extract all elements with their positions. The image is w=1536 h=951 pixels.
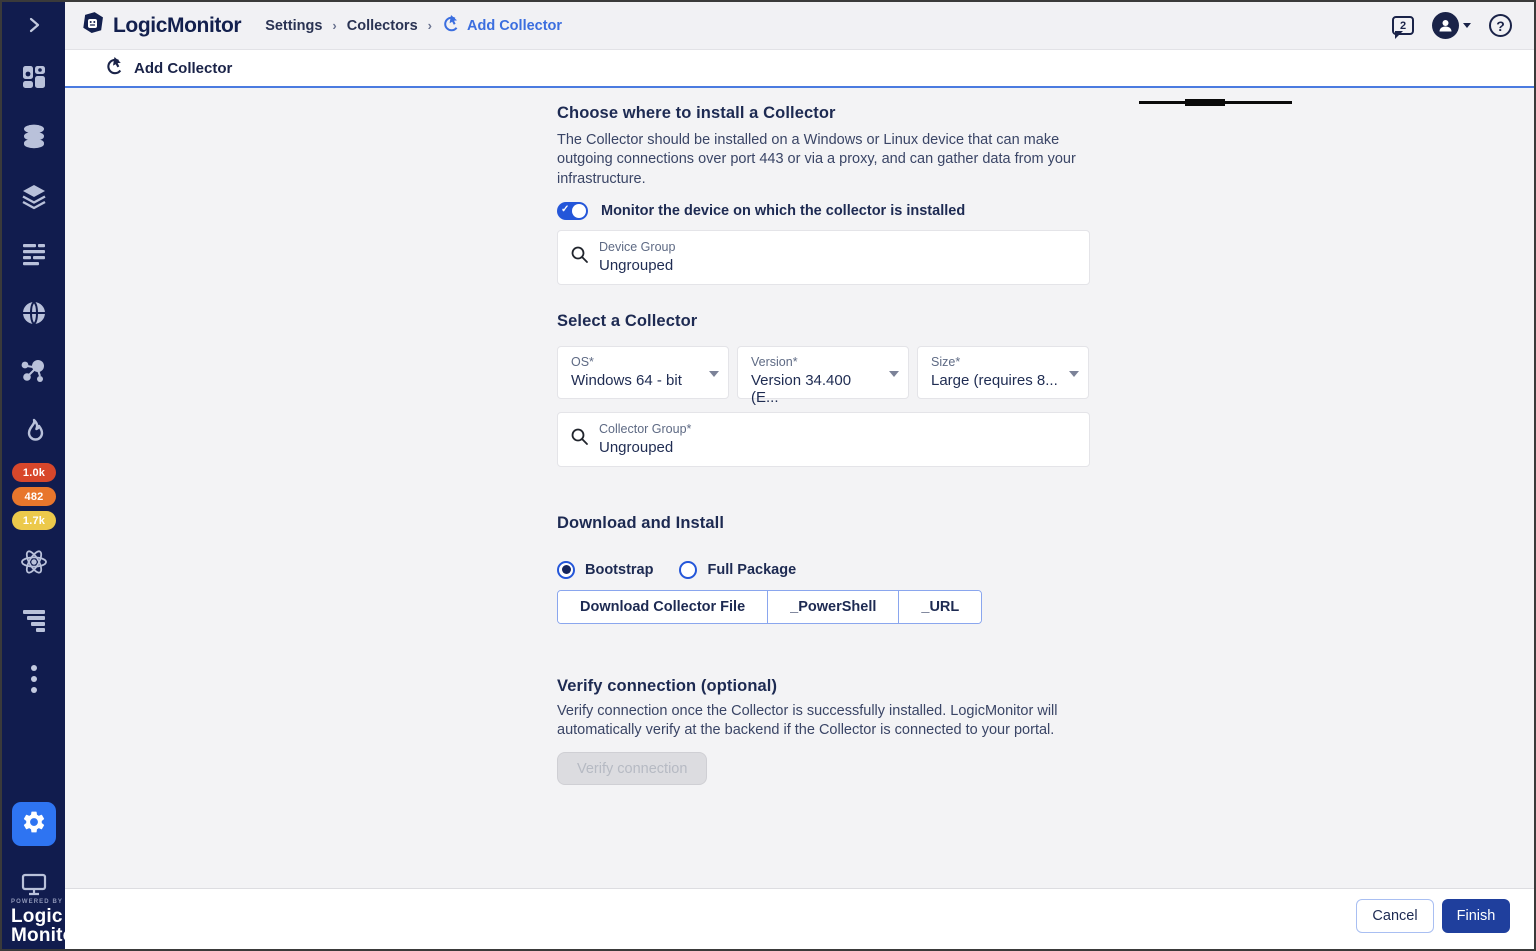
section-heading-download: Download and Install [557, 514, 1090, 533]
section-heading-verify: Verify connection (optional) [557, 677, 1090, 696]
avatar [1432, 12, 1459, 39]
version-value: Version 34.400 (E... [751, 372, 882, 406]
download-install-section: Download and Install Bootstrap Full Pack… [557, 514, 1090, 624]
sidebar-item-logs[interactable] [2, 242, 65, 268]
os-value: Windows 64 - bit [571, 372, 702, 389]
sidebar-item-resources[interactable] [2, 122, 65, 150]
sidebar-item-reports[interactable] [2, 607, 65, 633]
footer-action-bar: Cancel Finish [65, 888, 1534, 949]
monitor-device-toggle-row[interactable]: ✓ Monitor the device on which the collec… [557, 202, 1090, 220]
os-label: OS* [571, 355, 702, 369]
brand-monitor: Monitor [11, 926, 82, 945]
verify-connection-button[interactable]: Verify connection [557, 752, 707, 785]
install-location-section: Choose where to install a Collector The … [557, 104, 1090, 285]
user-menu[interactable] [1432, 12, 1471, 39]
collector-group-label: Collector Group* [599, 422, 691, 436]
bootstrap-radio[interactable]: Bootstrap [557, 561, 653, 579]
breadcrumb-collectors[interactable]: Collectors [347, 18, 418, 34]
alert-badge-critical[interactable]: 1.0k [12, 463, 56, 482]
sidebar-item-settings-active[interactable] [12, 802, 56, 846]
redacted-text-bar [1139, 101, 1292, 104]
size-dropdown[interactable]: Size* Large (requires 8... [917, 346, 1089, 399]
device-group-value: Ungrouped [599, 257, 675, 274]
sidebar-item-aiops[interactable] [2, 547, 65, 577]
sidebar-item-exchange[interactable] [2, 872, 65, 897]
sidebar-item-more[interactable] [2, 664, 65, 694]
radio-unselected-icon [679, 561, 697, 579]
sidebar-item-mapping[interactable] [2, 358, 65, 386]
device-group-field[interactable]: Device Group Ungrouped [557, 230, 1090, 285]
os-dropdown[interactable]: OS* Windows 64 - bit [557, 346, 729, 399]
collector-group-value: Ungrouped [599, 439, 691, 456]
alert-badge-warning[interactable]: 1.7k [12, 511, 56, 530]
toggle-label: Monitor the device on which the collecto… [601, 203, 965, 219]
logicmonitor-logo: LogicMonitor [79, 10, 241, 42]
notification-count: 2 [1400, 20, 1406, 32]
version-dropdown[interactable]: Version* Version 34.400 (E... [737, 346, 909, 399]
size-value: Large (requires 8... [931, 372, 1062, 389]
version-label: Version* [751, 355, 882, 369]
logo-wordmark: LogicMonitor [113, 14, 241, 38]
topbar-actions: 2 ? [1392, 12, 1512, 39]
sidebar-nav: 1.0k 482 1.7k [2, 2, 65, 949]
check-icon: ✓ [561, 204, 569, 215]
radio-selected-icon [557, 561, 575, 579]
notifications-icon[interactable]: 2 [1392, 16, 1414, 35]
sidebar-item-dashboards[interactable] [2, 63, 65, 91]
install-description: The Collector should be installed on a W… [557, 131, 1090, 189]
collector-icon [442, 14, 461, 38]
main-content: Choose where to install a Collector The … [65, 90, 1534, 892]
sidebar-item-modules[interactable] [2, 182, 65, 210]
breadcrumb-settings[interactable]: Settings [265, 18, 322, 34]
finish-button[interactable]: Finish [1442, 899, 1510, 933]
download-button-group: Download Collector File _PowerShell _URL [557, 590, 982, 624]
app-window: 1.0k 482 1.7k [0, 0, 1536, 951]
sidebar-item-alerts[interactable] [2, 417, 65, 445]
help-icon[interactable]: ? [1489, 14, 1512, 37]
powershell-button[interactable]: _PowerShell [768, 591, 899, 623]
chevron-down-icon [889, 371, 899, 382]
gear-icon [21, 809, 47, 840]
full-package-radio[interactable]: Full Package [679, 561, 796, 579]
brand-logic: Logic [11, 907, 82, 926]
sidebar-item-websites[interactable] [2, 299, 65, 327]
collector-group-field[interactable]: Collector Group* Ungrouped [557, 412, 1090, 467]
collector-icon-dark [105, 56, 125, 81]
powered-by-logo: POWERED BY Logic Monitor [11, 899, 82, 945]
select-collector-section: Select a Collector OS* Windows 64 - bit … [557, 312, 1090, 467]
top-bar: LogicMonitor Settings › Collectors › Add… [65, 2, 1534, 50]
page-title: Add Collector [134, 60, 232, 77]
search-icon [570, 427, 589, 451]
powered-by-label: POWERED BY [11, 899, 82, 905]
cancel-button[interactable]: Cancel [1356, 899, 1434, 933]
download-collector-file-button[interactable]: Download Collector File [558, 591, 768, 623]
chevron-down-icon [1463, 23, 1471, 32]
expand-sidebar-chevron-icon[interactable] [2, 16, 65, 34]
section-heading-install: Choose where to install a Collector [557, 104, 1090, 123]
chevron-right-icon: › [332, 18, 336, 33]
size-label: Size* [931, 355, 1062, 369]
toggle-on-switch[interactable]: ✓ [557, 202, 588, 220]
logicmonitor-logo-icon [79, 10, 106, 42]
chevron-down-icon [1069, 371, 1079, 382]
verify-connection-section: Verify connection (optional) Verify conn… [557, 677, 1090, 786]
chevron-down-icon [709, 371, 719, 382]
section-heading-select: Select a Collector [557, 312, 1090, 331]
breadcrumb-add-collector[interactable]: Add Collector [442, 14, 562, 38]
verify-description: Verify connection once the Collector is … [557, 702, 1090, 741]
search-icon [570, 245, 589, 269]
alert-badge-error[interactable]: 482 [12, 487, 56, 506]
device-group-label: Device Group [599, 240, 675, 254]
chevron-right-icon: › [428, 18, 432, 33]
breadcrumb: Settings › Collectors › Add Collector [265, 14, 562, 38]
page-header: Add Collector [65, 50, 1534, 88]
url-button[interactable]: _URL [899, 591, 981, 623]
